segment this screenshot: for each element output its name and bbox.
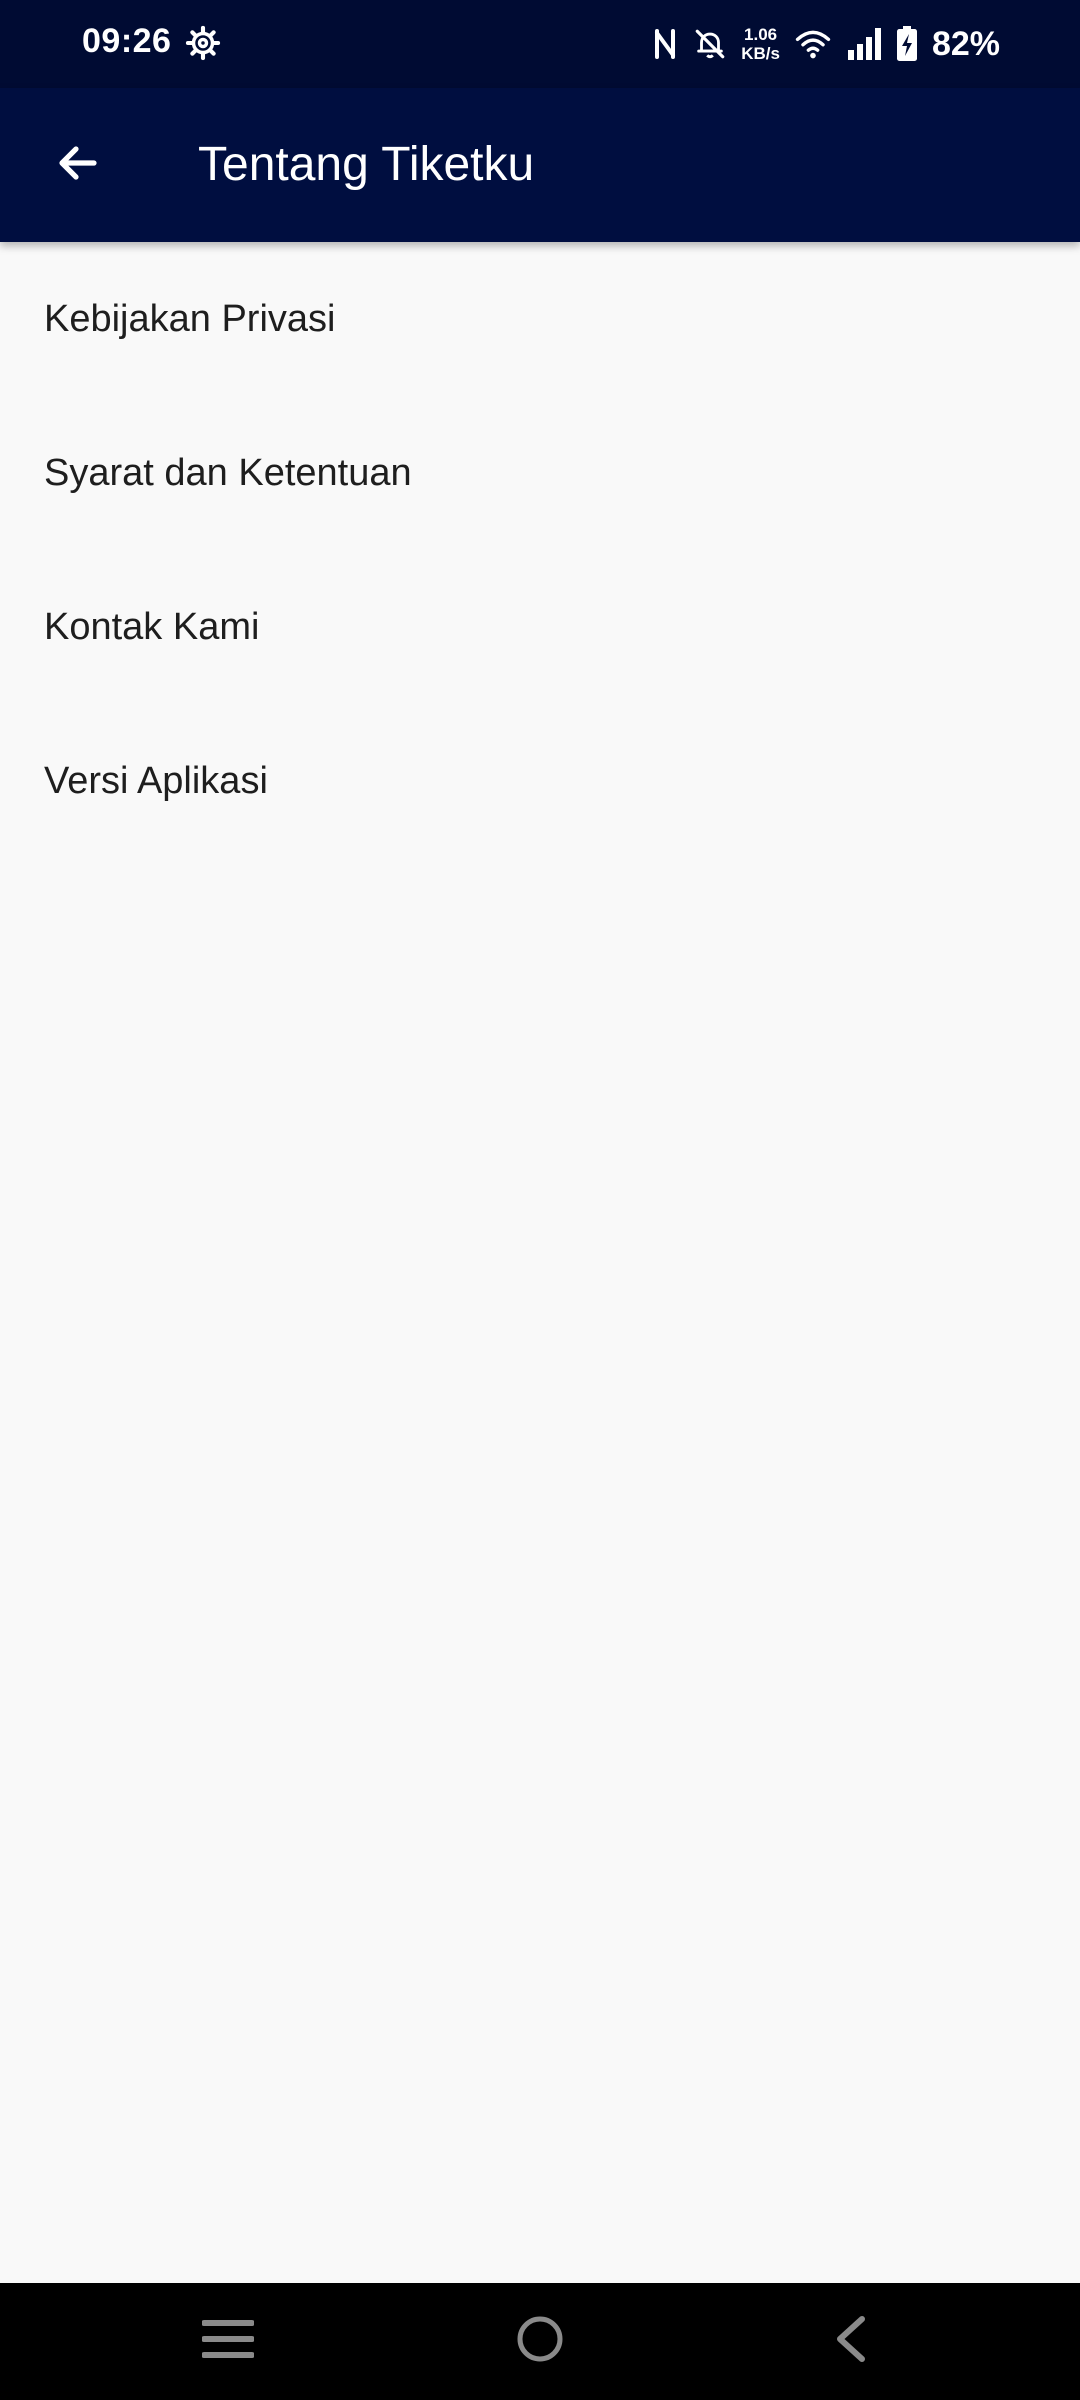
signal-icon — [846, 28, 882, 60]
wifi-icon — [794, 27, 832, 61]
back-button[interactable] — [36, 123, 120, 207]
battery-percentage: 82% — [931, 24, 1000, 63]
back-icon — [832, 2315, 868, 2368]
nfc-icon — [651, 27, 679, 61]
home-icon — [515, 2314, 565, 2369]
app-bar: Tentang Tiketku — [0, 88, 1080, 242]
bell-off-icon — [693, 26, 727, 62]
battery-charging-icon — [896, 26, 918, 62]
menu-item-privacy-policy[interactable]: Kebijakan Privasi — [0, 242, 1080, 396]
about-menu-list: Kebijakan Privasi Syarat dan Ketentuan K… — [0, 242, 1080, 858]
net-speed-value: 1.06 — [744, 25, 778, 44]
status-time: 09:26 — [82, 22, 172, 60]
system-navigation-bar — [0, 2283, 1080, 2400]
arrow-left-icon — [54, 139, 102, 192]
page-title: Tentang Tiketku — [198, 138, 535, 191]
system-back-button[interactable] — [790, 2283, 910, 2400]
net-speed-unit: KB/s — [741, 44, 780, 63]
menu-item-label: Kontak Kami — [44, 605, 260, 648]
menu-item-label: Syarat dan Ketentuan — [44, 451, 412, 494]
menu-item-terms-conditions[interactable]: Syarat dan Ketentuan — [0, 396, 1080, 550]
status-icons: 1.06 KB/s 82% — [651, 18, 1000, 70]
recents-button[interactable] — [168, 2283, 288, 2400]
menu-item-contact-us[interactable]: Kontak Kami — [0, 550, 1080, 704]
net-speed: 1.06 KB/s — [741, 25, 780, 63]
menu-item-label: Kebijakan Privasi — [44, 297, 336, 340]
menu-item-app-version[interactable]: Versi Aplikasi — [0, 704, 1080, 858]
status-bar: 09:26 1.06 KB/s 82% — [0, 0, 1080, 88]
home-button[interactable] — [480, 2283, 600, 2400]
recents-icon — [201, 2317, 255, 2366]
gear-icon — [184, 24, 222, 62]
menu-item-label: Versi Aplikasi — [44, 759, 268, 802]
